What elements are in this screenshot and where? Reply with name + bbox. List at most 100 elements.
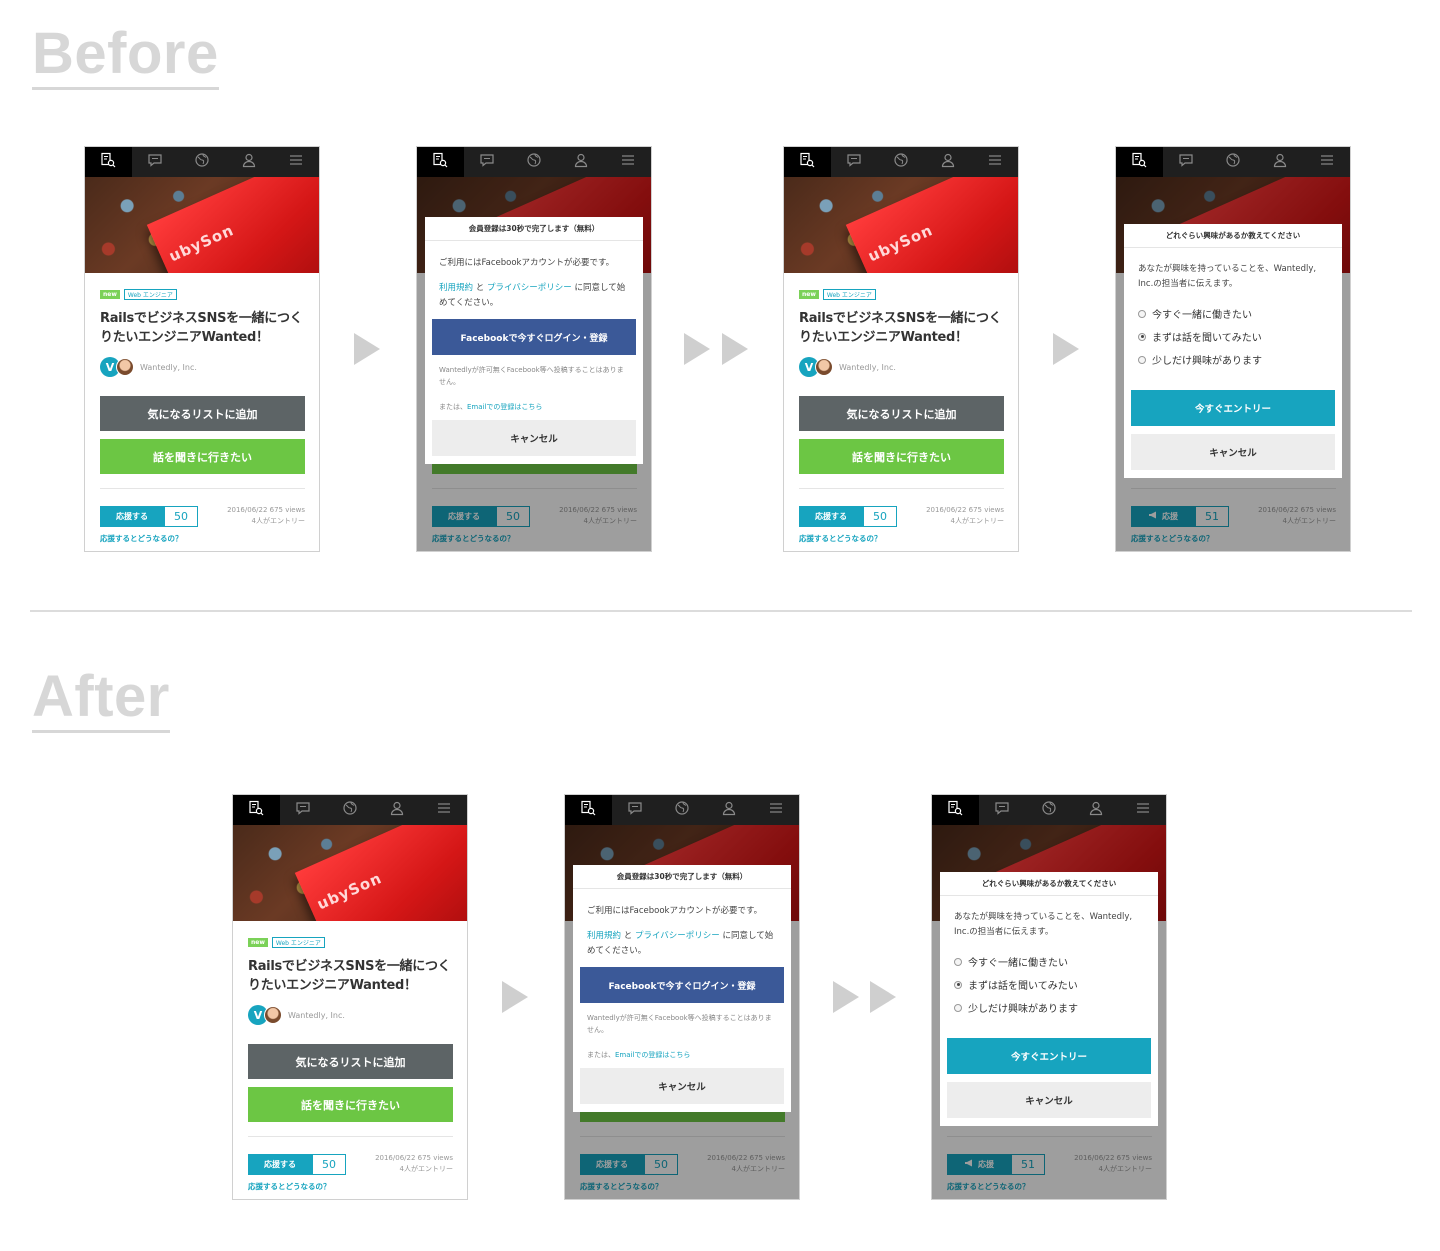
nav-item-job-search[interactable] (932, 795, 979, 825)
add-to-list-button[interactable]: 気になるリストに追加 (799, 396, 1004, 431)
nav-item-person[interactable] (373, 795, 420, 825)
nav-item-menu[interactable] (1303, 147, 1350, 177)
nav-item-person[interactable] (225, 147, 272, 177)
nav-item-globe[interactable] (511, 147, 558, 177)
nav-item-chat[interactable] (612, 795, 659, 825)
nav-item-person[interactable] (705, 795, 752, 825)
interest-cancel-button[interactable]: キャンセル (947, 1082, 1151, 1118)
support-help-link[interactable]: 応援するとどうなるの？ (248, 1181, 452, 1192)
email-signup-line: または、Emailでの登録はこちら (432, 402, 636, 412)
radio-button[interactable] (954, 1003, 962, 1012)
email-signup-link[interactable]: Emailでの登録はこちら (615, 1051, 690, 1059)
radio-button[interactable] (954, 980, 962, 989)
entry-now-button[interactable]: 今すぐエントリー (947, 1038, 1151, 1074)
facebook-login-button[interactable]: Facebookで今すぐログイン・登録 (580, 967, 784, 1003)
nav-item-globe[interactable] (659, 795, 706, 825)
radio-button[interactable] (1138, 355, 1146, 364)
interest-cancel-button[interactable]: キャンセル (1131, 434, 1335, 470)
support-help-link[interactable]: 応援するとどうなるの？ (799, 533, 1003, 544)
after-screen-job: ubySon new Web エンジニア RailsでビジネスSNSを一緒につく… (232, 794, 468, 1200)
support-button[interactable]: 応援する (799, 505, 863, 527)
job-title[interactable]: RailsでビジネスSNSを一緒につくりたいエンジニアWanted！ (100, 309, 304, 347)
nav-item-job-search[interactable] (233, 795, 280, 825)
nav-item-person[interactable] (557, 147, 604, 177)
signup-modal-body: ご利用にはFacebookアカウントが必要です。 利用規約 と プライバシーポリ… (425, 256, 643, 456)
radio-button[interactable] (1138, 332, 1146, 341)
terms-link[interactable]: 利用規約 (439, 283, 473, 293)
job-title[interactable]: RailsでビジネスSNSを一緒につくりたいエンジニアWanted！ (799, 309, 1003, 347)
company-row[interactable]: V Wantedly, Inc. (248, 1003, 452, 1027)
category-tag[interactable]: Web エンジニア (271, 937, 325, 948)
nav-item-globe[interactable] (878, 147, 925, 177)
nav-item-menu[interactable] (1119, 795, 1166, 825)
interest-intro: あなたが興味を持っていることを、Wantedly, Inc.の担当者に伝えます。 (1138, 264, 1317, 289)
entry-now-button[interactable]: 今すぐエントリー (1131, 390, 1335, 426)
support-help-link[interactable]: 応援するとどうなるの？ (100, 533, 304, 544)
support-button-label: 応援する (264, 1159, 296, 1169)
nav-item-job-search[interactable] (417, 147, 464, 177)
facebook-login-button[interactable]: Facebookで今すぐログイン・登録 (432, 319, 636, 355)
content-divider (248, 1136, 453, 1137)
nav-item-chat[interactable] (979, 795, 1026, 825)
interest-option[interactable]: 今すぐ一緒に働きたい (1131, 302, 1335, 325)
after-screen-signup: ubySon new Web エンジニア RailsでビジネスSNSを一緒につく… (564, 794, 800, 1200)
interest-option-label: 今すぐ一緒に働きたい (1152, 310, 1252, 321)
privacy-link[interactable]: プライバシーポリシー (487, 283, 572, 293)
radio-button[interactable] (1138, 309, 1146, 318)
support-button[interactable]: 応援する (248, 1153, 312, 1175)
nav-item-menu[interactable] (971, 147, 1018, 177)
nav-item-job-search[interactable] (784, 147, 831, 177)
nav-item-menu[interactable] (420, 795, 467, 825)
nav-item-chat[interactable] (831, 147, 878, 177)
terms-line: 利用規約 と プライバシーポリシー に同意して始めてください。 (580, 929, 784, 959)
interest-option[interactable]: 少しだけ興味があります (947, 996, 1151, 1019)
category-tag[interactable]: Web エンジニア (123, 289, 177, 300)
nav-item-job-search[interactable] (565, 795, 612, 825)
interest-option[interactable]: まずは話を聞いてみたい (1131, 325, 1335, 348)
flow-arrow-icon (684, 333, 710, 365)
flow-arrow-icon (833, 981, 859, 1013)
interest-option[interactable]: 少しだけ興味があります (1131, 348, 1335, 371)
menu-icon (620, 152, 636, 172)
want-to-talk-button[interactable]: 話を聞きに行きたい (248, 1087, 453, 1122)
interest-modal-header: どれぐらい興味があるか教えてください (1124, 224, 1342, 248)
add-to-list-button[interactable]: 気になるリストに追加 (100, 396, 305, 431)
company-row[interactable]: V Wantedly, Inc. (799, 355, 1003, 379)
nav-item-globe[interactable] (179, 147, 226, 177)
nav-item-person[interactable] (1072, 795, 1119, 825)
nav-item-menu[interactable] (604, 147, 651, 177)
signup-cancel-button[interactable]: キャンセル (580, 1068, 784, 1104)
interest-option[interactable]: まずは話を聞いてみたい (947, 973, 1151, 996)
nav-item-person[interactable] (1256, 147, 1303, 177)
terms-link[interactable]: 利用規約 (587, 931, 621, 941)
interest-modal-body: あなたが興味を持っていることを、Wantedly, Inc.の担当者に伝えます。… (1124, 262, 1342, 470)
support-button[interactable]: 応援する (100, 505, 164, 527)
radio-button[interactable] (954, 957, 962, 966)
nav-item-menu[interactable] (752, 795, 799, 825)
chat-icon (147, 152, 163, 172)
email-signup-link[interactable]: Emailでの登録はこちら (467, 403, 542, 411)
nav-item-job-search[interactable] (1116, 147, 1163, 177)
before-screen-signup: ubySon new Web エンジニア RailsでビジネスSNSを一緒につく… (416, 146, 652, 552)
nav-item-menu[interactable] (272, 147, 319, 177)
job-title[interactable]: RailsでビジネスSNSを一緒につくりたいエンジニアWanted！ (248, 957, 452, 995)
category-tag[interactable]: Web エンジニア (822, 289, 876, 300)
company-row[interactable]: V Wantedly, Inc. (100, 355, 304, 379)
nav-item-chat[interactable] (464, 147, 511, 177)
nav-item-chat[interactable] (1163, 147, 1210, 177)
privacy-link[interactable]: プライバシーポリシー (635, 931, 720, 941)
globe-icon (342, 800, 358, 820)
nav-item-chat[interactable] (132, 147, 179, 177)
nav-item-person[interactable] (924, 147, 971, 177)
interest-option[interactable]: 今すぐ一緒に働きたい (947, 950, 1151, 973)
signup-cancel-button[interactable]: キャンセル (432, 420, 636, 456)
want-to-talk-button[interactable]: 話を聞きに行きたい (100, 439, 305, 474)
nav-item-job-search[interactable] (85, 147, 132, 177)
nav-item-globe[interactable] (1210, 147, 1257, 177)
nav-item-globe[interactable] (327, 795, 374, 825)
want-to-talk-button[interactable]: 話を聞きに行きたい (799, 439, 1004, 474)
nav-item-globe[interactable] (1026, 795, 1073, 825)
add-to-list-button[interactable]: 気になるリストに追加 (248, 1044, 453, 1079)
nav-item-chat[interactable] (280, 795, 327, 825)
section-divider (30, 610, 1412, 612)
